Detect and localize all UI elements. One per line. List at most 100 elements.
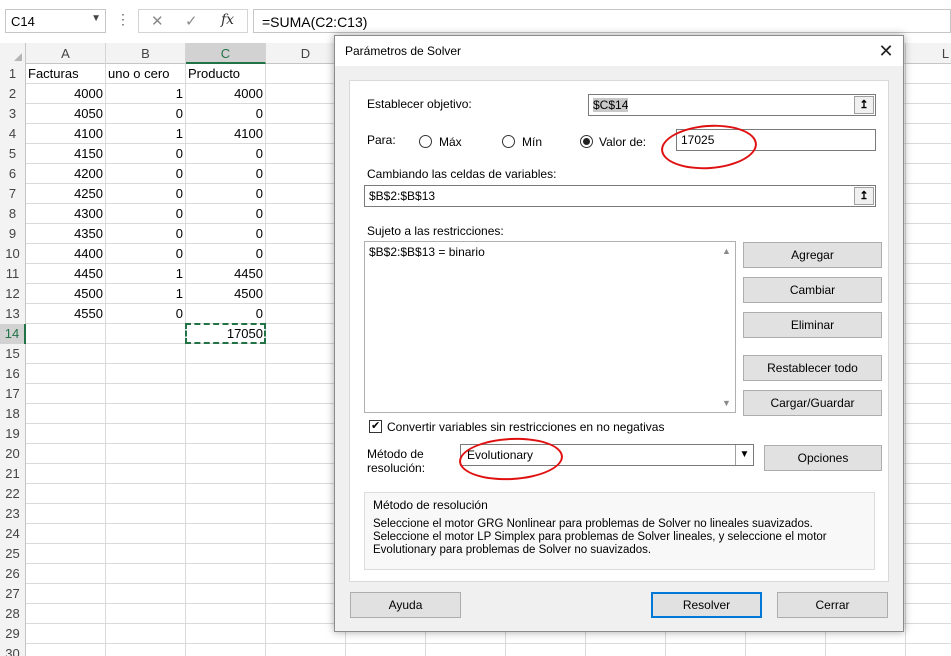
- cell-c10[interactable]: 0: [186, 244, 266, 264]
- empty-cell[interactable]: [906, 304, 951, 324]
- row-header[interactable]: 4: [0, 124, 26, 144]
- cell-b11[interactable]: 1: [106, 264, 186, 284]
- delete-button[interactable]: Eliminar: [743, 312, 882, 338]
- cell-a17[interactable]: [26, 384, 106, 404]
- row-header[interactable]: 23: [0, 504, 26, 524]
- cell-b12[interactable]: 1: [106, 284, 186, 304]
- cell-c3[interactable]: 0: [186, 104, 266, 124]
- row-header[interactable]: 22: [0, 484, 26, 504]
- cell-a11[interactable]: 4450: [26, 264, 106, 284]
- empty-cell[interactable]: [906, 284, 951, 304]
- cell-a18[interactable]: [26, 404, 106, 424]
- empty-cell[interactable]: [906, 604, 951, 624]
- cell-b21[interactable]: [106, 464, 186, 484]
- row-header[interactable]: 1: [0, 64, 26, 84]
- empty-cell[interactable]: [906, 164, 951, 184]
- empty-cell[interactable]: [906, 244, 951, 264]
- radio-value-of[interactable]: [580, 135, 593, 148]
- empty-cell[interactable]: [346, 644, 426, 656]
- empty-cell[interactable]: [906, 144, 951, 164]
- cell-a6[interactable]: 4200: [26, 164, 106, 184]
- options-button[interactable]: Opciones: [764, 445, 882, 471]
- row-header[interactable]: 26: [0, 564, 26, 584]
- collapse-ref-icon[interactable]: ↥: [854, 96, 874, 114]
- empty-cell[interactable]: [906, 564, 951, 584]
- empty-cell[interactable]: [906, 264, 951, 284]
- cell-a27[interactable]: [26, 584, 106, 604]
- empty-cell[interactable]: [906, 324, 951, 344]
- column-header-c[interactable]: C: [186, 43, 266, 64]
- cell-c12[interactable]: 4500: [186, 284, 266, 304]
- row-header[interactable]: 10: [0, 244, 26, 264]
- cell-a8[interactable]: 4300: [26, 204, 106, 224]
- row-header[interactable]: 13: [0, 304, 26, 324]
- cell-a24[interactable]: [26, 524, 106, 544]
- cell-c2[interactable]: 4000: [186, 84, 266, 104]
- cell-b4[interactable]: 1: [106, 124, 186, 144]
- cell-a15[interactable]: [26, 344, 106, 364]
- more-options-icon[interactable]: ⋮: [116, 11, 130, 28]
- select-all-corner[interactable]: [0, 43, 26, 64]
- cell-b10[interactable]: 0: [106, 244, 186, 264]
- cell-a23[interactable]: [26, 504, 106, 524]
- cell-c25[interactable]: [186, 544, 266, 564]
- close-icon[interactable]: ✕: [869, 36, 903, 66]
- cell-a20[interactable]: [26, 444, 106, 464]
- cell-b25[interactable]: [106, 544, 186, 564]
- cell-c26[interactable]: [186, 564, 266, 584]
- cell-c15[interactable]: [186, 344, 266, 364]
- empty-cell[interactable]: [906, 204, 951, 224]
- cell-a29[interactable]: [26, 624, 106, 644]
- cell-c11[interactable]: 4450: [186, 264, 266, 284]
- cell-c1[interactable]: Producto: [186, 64, 266, 84]
- row-header[interactable]: 8: [0, 204, 26, 224]
- cell-a26[interactable]: [26, 564, 106, 584]
- cell-a7[interactable]: 4250: [26, 184, 106, 204]
- cell-c16[interactable]: [186, 364, 266, 384]
- row-header[interactable]: 11: [0, 264, 26, 284]
- empty-cell[interactable]: [266, 644, 346, 656]
- cell-c20[interactable]: [186, 444, 266, 464]
- cell-c23[interactable]: [186, 504, 266, 524]
- cell-b6[interactable]: 0: [106, 164, 186, 184]
- row-header[interactable]: 24: [0, 524, 26, 544]
- scroll-up-icon[interactable]: ▲: [722, 246, 731, 256]
- cell-c29[interactable]: [186, 624, 266, 644]
- cell-a16[interactable]: [26, 364, 106, 384]
- row-header[interactable]: 19: [0, 424, 26, 444]
- constraint-item[interactable]: $B$2:$B$13 = binario: [369, 245, 485, 259]
- row-header[interactable]: 5: [0, 144, 26, 164]
- radio-value-of-label[interactable]: Valor de:: [599, 135, 646, 149]
- cell-b1[interactable]: uno o cero: [106, 64, 186, 84]
- empty-cell[interactable]: [906, 404, 951, 424]
- row-header[interactable]: 25: [0, 544, 26, 564]
- add-button[interactable]: Agregar: [743, 242, 882, 268]
- solve-button[interactable]: Resolver: [651, 592, 762, 618]
- empty-cell[interactable]: [906, 124, 951, 144]
- cell-a19[interactable]: [26, 424, 106, 444]
- empty-cell[interactable]: [906, 504, 951, 524]
- cancel-icon[interactable]: ✕: [151, 12, 164, 30]
- nonnegative-checkbox[interactable]: [369, 419, 382, 433]
- cell-a4[interactable]: 4100: [26, 124, 106, 144]
- cell-b20[interactable]: [106, 444, 186, 464]
- cell-c14[interactable]: 17050: [186, 324, 266, 344]
- radio-max[interactable]: [419, 135, 432, 148]
- cell-b5[interactable]: 0: [106, 144, 186, 164]
- cell-b24[interactable]: [106, 524, 186, 544]
- help-button[interactable]: Ayuda: [350, 592, 461, 618]
- radio-min[interactable]: [502, 135, 515, 148]
- row-header[interactable]: 15: [0, 344, 26, 364]
- cell-a9[interactable]: 4350: [26, 224, 106, 244]
- empty-cell[interactable]: [906, 444, 951, 464]
- enter-icon[interactable]: ✓: [185, 12, 198, 30]
- change-button[interactable]: Cambiar: [743, 277, 882, 303]
- cell-a5[interactable]: 4150: [26, 144, 106, 164]
- close-button[interactable]: Cerrar: [777, 592, 888, 618]
- cell-c28[interactable]: [186, 604, 266, 624]
- column-header-a[interactable]: A: [26, 43, 106, 64]
- empty-cell[interactable]: [906, 584, 951, 604]
- cell-c19[interactable]: [186, 424, 266, 444]
- empty-cell[interactable]: [826, 644, 906, 656]
- row-header[interactable]: 29: [0, 624, 26, 644]
